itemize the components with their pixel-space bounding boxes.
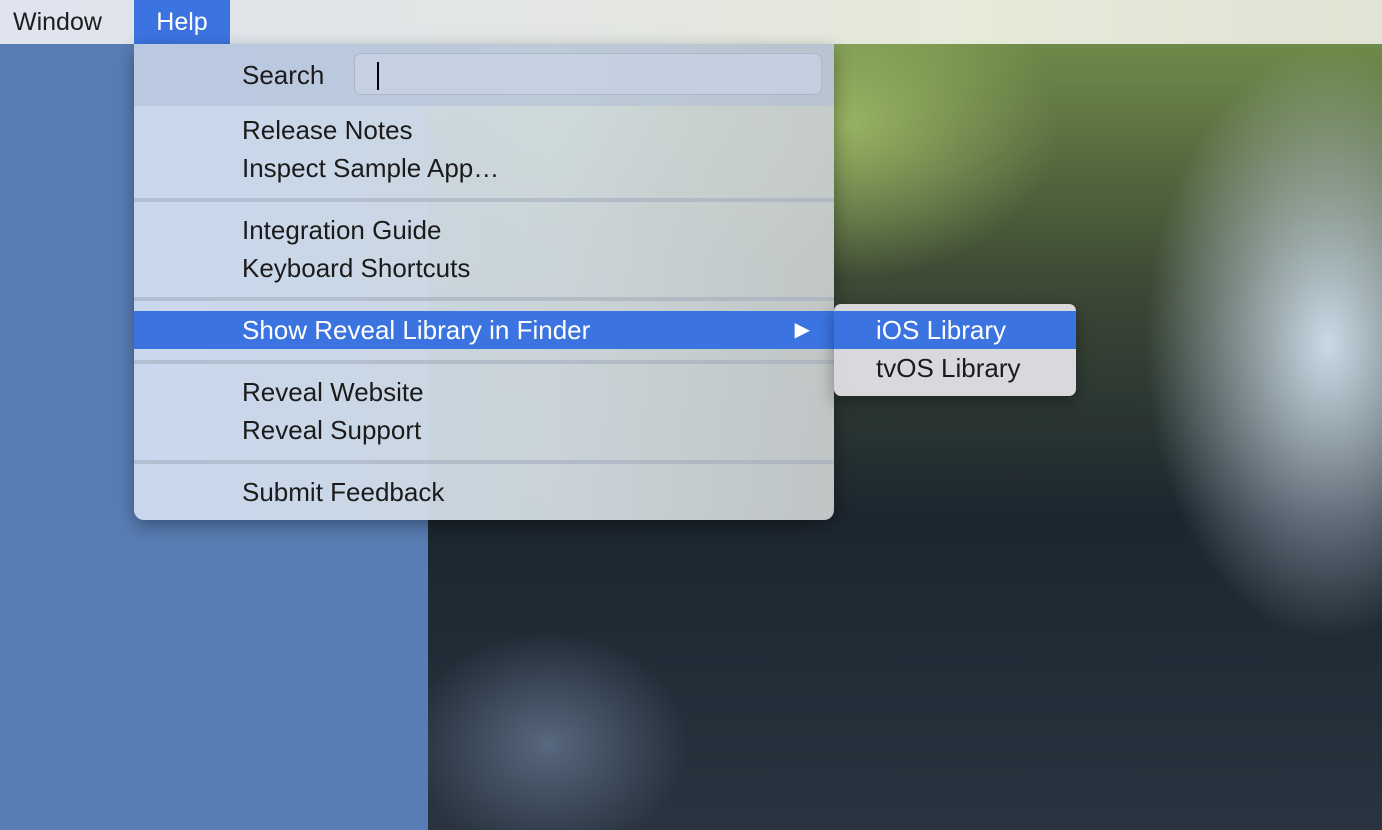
submenu-item-ios-library[interactable]: iOS Library	[834, 311, 1076, 349]
help-menu: Search Release Notes Inspect Sample App……	[134, 44, 834, 520]
menu-item-inspect-sample-app[interactable]: Inspect Sample App…	[134, 149, 834, 187]
library-submenu: iOS Library tvOS Library	[834, 304, 1076, 396]
menu-item-submit-feedback[interactable]: Submit Feedback	[134, 473, 834, 511]
help-search-row: Search	[134, 44, 834, 106]
menu-item-keyboard-shortcuts[interactable]: Keyboard Shortcuts	[134, 249, 834, 287]
menu-separator	[134, 460, 834, 464]
text-caret	[377, 62, 379, 90]
menu-separator	[134, 360, 834, 364]
menubar-help[interactable]: Help	[134, 0, 230, 44]
submenu-item-tvos-library[interactable]: tvOS Library	[834, 349, 1076, 387]
menu-item-integration-guide[interactable]: Integration Guide	[134, 211, 834, 249]
help-search-input[interactable]	[354, 53, 822, 95]
menu-item-label: Show Reveal Library in Finder	[242, 315, 591, 345]
menu-bar: Window Help	[0, 0, 1382, 44]
menu-separator	[134, 198, 834, 202]
menubar-window[interactable]: Window	[0, 0, 115, 44]
menu-item-release-notes[interactable]: Release Notes	[134, 111, 834, 149]
menu-item-show-reveal-library[interactable]: Show Reveal Library in Finder ▶	[134, 311, 834, 349]
menu-separator	[134, 297, 834, 301]
menu-item-reveal-support[interactable]: Reveal Support	[134, 411, 834, 449]
triangle-right-icon: ▶	[794, 319, 810, 341]
menu-item-reveal-website[interactable]: Reveal Website	[134, 373, 834, 411]
desktop: Window Help Search Release Notes Inspect…	[0, 0, 1382, 830]
search-label: Search	[242, 60, 325, 90]
